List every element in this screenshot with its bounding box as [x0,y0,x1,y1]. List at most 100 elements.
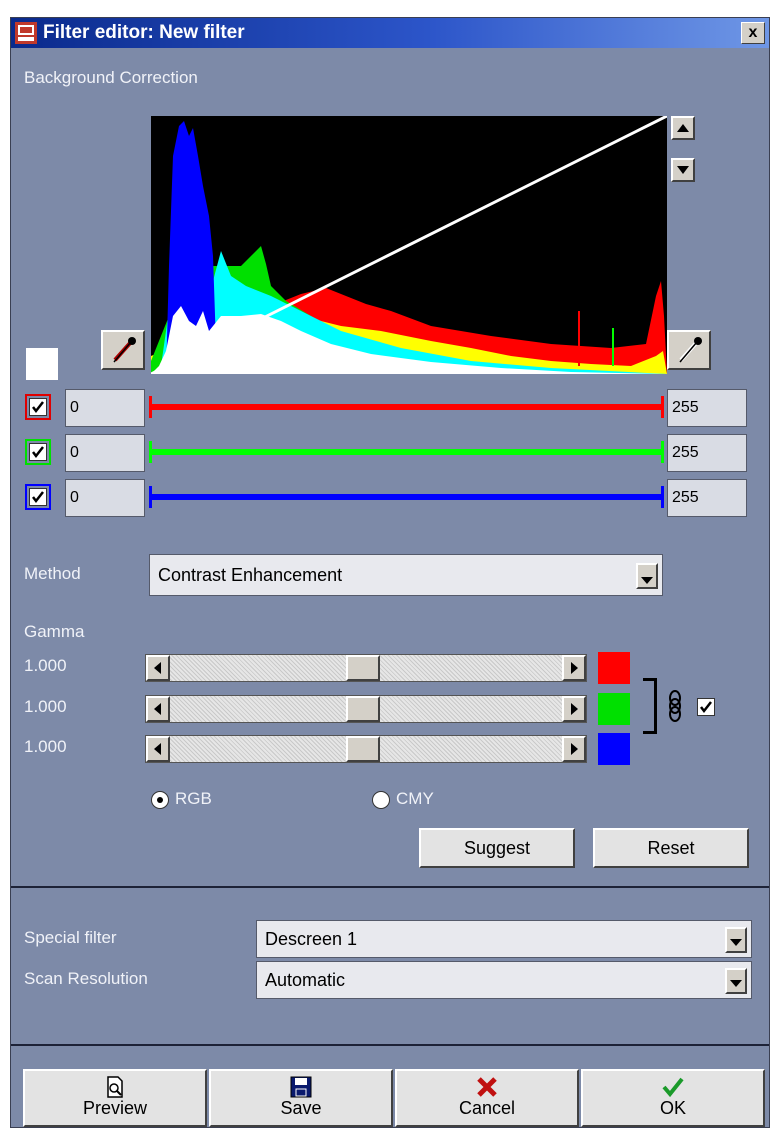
scan-resolution-dropdown[interactable]: Automatic [256,961,752,999]
gamma-red-thumb[interactable] [346,655,380,681]
gamma-blue-slider[interactable] [145,735,587,763]
special-filter-value: Descreen 1 [265,929,358,949]
red-max-field[interactable]: 255 [667,389,747,427]
radio-dot [157,797,163,803]
green-max-field[interactable]: 255 [667,434,747,472]
arrow-right-icon [571,662,578,674]
green-channel-frame [25,439,51,465]
background-correction-heading: Background Correction [24,68,198,87]
link-bracket [643,678,657,734]
footer-divider [11,1044,769,1046]
cmy-radio[interactable] [372,791,390,809]
eyedropper-black-icon [113,337,136,363]
rgb-label: RGB [175,789,212,808]
ok-button[interactable]: OK [581,1069,765,1127]
method-label: Method [24,564,81,583]
method-value: Contrast Enhancement [158,565,343,585]
gamma-green-right-arrow[interactable] [562,696,586,722]
arrow-left-icon [154,662,161,674]
blue-max-field[interactable]: 255 [667,479,747,517]
eyedropper-white-icon [679,337,702,363]
floppy-disk-icon [290,1076,312,1098]
method-dropdown-button[interactable] [636,563,658,589]
gamma-red-right-arrow[interactable] [562,655,586,681]
section-divider [11,886,769,888]
arrow-right-icon [571,703,578,715]
curve-down-button[interactable] [671,158,695,182]
red-range-min-handle[interactable] [149,396,152,418]
link-gamma-checkbox[interactable] [697,698,715,716]
gamma-red-slider[interactable] [145,654,587,682]
gamma-green-value: 1.000 [24,697,67,716]
close-button[interactable]: x [741,22,765,44]
arrow-left-icon [154,703,161,715]
cmy-label: CMY [396,789,434,808]
gamma-label: Gamma [24,622,85,641]
gamma-blue-value: 1.000 [24,737,67,756]
gamma-red-value: 1.000 [24,656,67,675]
green-range-min-handle[interactable] [149,441,152,463]
white-point-picker[interactable] [667,330,711,370]
save-button[interactable]: Save [209,1069,393,1127]
red-min-field[interactable]: 0 [65,389,145,427]
arrow-up-icon [677,124,689,132]
gamma-green-left-arrow[interactable] [146,696,170,722]
white-swatch [26,348,58,380]
arrow-right-icon [571,743,578,755]
blue-channel-frame [25,484,51,510]
blue-range-bar[interactable] [151,494,663,500]
preview-button[interactable]: Preview [23,1069,207,1127]
gamma-blue-right-arrow[interactable] [562,736,586,762]
green-range-bar[interactable] [151,449,663,455]
method-dropdown[interactable]: Contrast Enhancement [149,554,663,596]
preview-label: Preview [82,1098,148,1118]
red-range-bar[interactable] [151,404,663,410]
chevron-down-icon [730,980,742,987]
histogram [151,116,667,374]
check-icon [700,701,712,714]
green-min-field[interactable]: 0 [65,434,145,472]
blue-range-min-handle[interactable] [149,486,152,508]
save-label: Save [280,1098,322,1118]
title-bar: Filter editor: New filter x [11,18,769,48]
check-icon [32,446,44,459]
gamma-green-thumb[interactable] [346,696,380,722]
chain-link-icon [669,690,681,722]
scan-resolution-dropdown-button[interactable] [725,968,747,994]
check-icon [32,491,44,504]
gamma-red-left-arrow[interactable] [146,655,170,681]
gamma-green-swatch [598,693,630,725]
red-channel-frame [25,394,51,420]
green-range-max-handle[interactable] [661,441,664,463]
gamma-blue-thumb[interactable] [346,736,380,762]
gamma-blue-left-arrow[interactable] [146,736,170,762]
reset-button[interactable]: Reset [593,828,749,868]
blue-channel-checkbox[interactable] [29,488,47,506]
green-channel-checkbox[interactable] [29,443,47,461]
window-title: Filter editor: New filter [43,22,245,43]
arrow-left-icon [154,743,161,755]
cancel-button[interactable]: Cancel [395,1069,579,1127]
special-filter-dropdown[interactable]: Descreen 1 [256,920,752,958]
blue-min-field[interactable]: 0 [65,479,145,517]
scan-resolution-value: Automatic [265,970,346,990]
curve-up-button[interactable] [671,116,695,140]
red-channel-checkbox[interactable] [29,398,47,416]
checkmark-icon [662,1077,684,1098]
scan-resolution-label: Scan Resolution [24,969,148,988]
blue-range-max-handle[interactable] [661,486,664,508]
cancel-label: Cancel [458,1098,516,1118]
red-range-max-handle[interactable] [661,396,664,418]
chevron-down-icon [641,577,653,584]
cancel-x-icon [477,1077,497,1097]
gamma-green-slider[interactable] [145,695,587,723]
special-filter-label: Special filter [24,928,117,947]
ok-label: OK [659,1098,686,1118]
app-icon [15,22,37,44]
filter-editor-window: Filter editor: New filter x Background C… [10,17,770,1128]
suggest-button[interactable]: Suggest [419,828,575,868]
preview-icon [107,1076,123,1098]
special-filter-dropdown-button[interactable] [725,927,747,953]
rgb-radio[interactable] [151,791,169,809]
black-point-picker[interactable] [101,330,145,370]
